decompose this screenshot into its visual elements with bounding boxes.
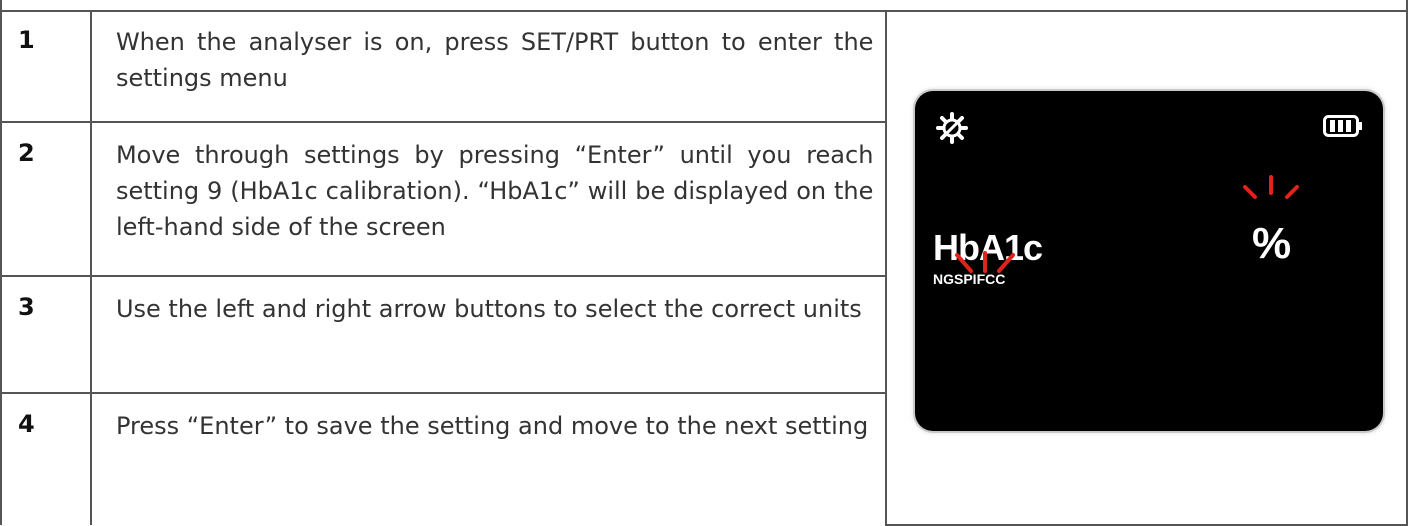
step-number: 1 <box>0 10 92 123</box>
flash-indicator-icon <box>955 251 1015 273</box>
gear-icon <box>936 112 968 144</box>
step-text: Press “Enter” to save the setting and mo… <box>89 392 888 525</box>
analyser-lcd-display: HbA1c NGSPIFCC % <box>915 91 1383 431</box>
step-text: Move through settings by pressing “Enter… <box>89 121 888 277</box>
flash-indicator-icon <box>1243 175 1299 199</box>
unit-symbol: % <box>1252 219 1292 268</box>
step-text: When the analyser is on, press SET/PRT b… <box>89 10 888 123</box>
step-number: 2 <box>0 121 92 277</box>
battery-icon <box>1323 115 1362 137</box>
step-text: Use the left and right arrow buttons to … <box>89 275 888 394</box>
step-number: 3 <box>0 275 92 394</box>
step-number: 4 <box>0 392 92 525</box>
